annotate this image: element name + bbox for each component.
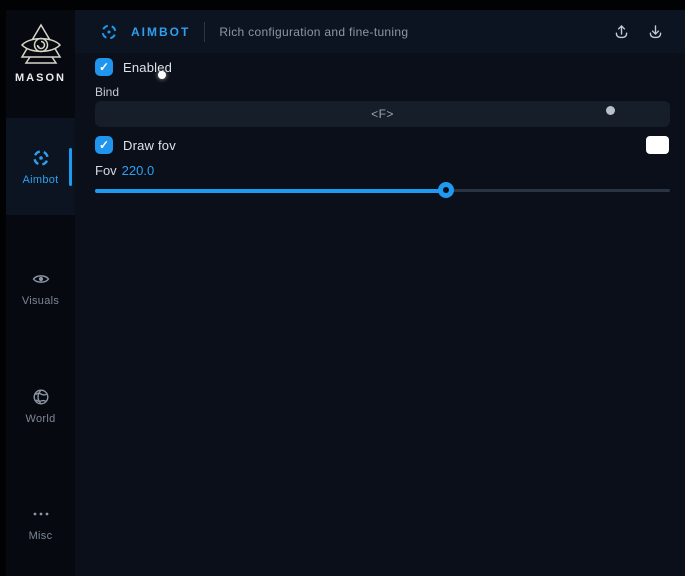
- fov-slider-fill: [95, 189, 446, 193]
- sidebar-item-misc[interactable]: Misc: [6, 483, 75, 563]
- ellipsis-icon: [31, 504, 51, 524]
- sidebar-item-world[interactable]: World: [6, 366, 75, 446]
- sidebar: MASON Aimbot Visuals: [6, 10, 75, 576]
- bind-label: Bind: [95, 85, 119, 99]
- page-title: AIMBOT: [131, 25, 190, 39]
- crosshair-icon: [31, 148, 51, 168]
- enabled-checkbox[interactable]: ✓: [95, 58, 113, 76]
- fov-value: 220.0: [122, 163, 155, 178]
- globe-icon: [31, 387, 51, 407]
- eye-icon: [31, 269, 51, 289]
- checkmark-icon: ✓: [99, 61, 109, 73]
- upload-icon: [613, 23, 630, 40]
- download-config-button[interactable]: [641, 18, 669, 46]
- brand-name: MASON: [6, 72, 75, 84]
- divider: [204, 22, 205, 42]
- header-bar: AIMBOT Rich configuration and fine-tunin…: [75, 10, 685, 53]
- sidebar-item-label: Visuals: [22, 295, 59, 307]
- draw-fov-label: Draw fov: [123, 138, 176, 153]
- fov-label-row: Fov 220.0: [95, 163, 154, 178]
- app-window: MASON Aimbot Visuals: [0, 0, 685, 576]
- download-icon: [647, 23, 664, 40]
- draw-fov-checkbox[interactable]: ✓: [95, 136, 113, 154]
- sidebar-item-aimbot[interactable]: Aimbot: [6, 118, 75, 215]
- checkmark-icon: ✓: [99, 139, 109, 151]
- fov-slider-thumb[interactable]: [438, 182, 454, 198]
- main-panel: AIMBOT Rich configuration and fine-tunin…: [75, 10, 685, 576]
- draw-fov-row: ✓ Draw fov: [95, 136, 176, 154]
- fov-slider[interactable]: [95, 182, 670, 198]
- bind-value: <F>: [371, 107, 394, 121]
- sidebar-item-label: Misc: [29, 530, 53, 542]
- page-subtitle: Rich configuration and fine-tuning: [219, 25, 408, 39]
- fov-label: Fov: [95, 163, 117, 178]
- crosshair-icon: [100, 23, 118, 41]
- sidebar-item-visuals[interactable]: Visuals: [6, 248, 75, 328]
- cursor-dot: [158, 71, 166, 79]
- bind-input[interactable]: <F>: [95, 101, 670, 127]
- eye-pyramid-logo-icon: [17, 22, 65, 68]
- fov-color-swatch[interactable]: [646, 136, 669, 154]
- sidebar-item-label: World: [25, 413, 55, 425]
- active-tab-indicator: [69, 148, 72, 186]
- picker-dot: [606, 106, 615, 115]
- brand: MASON: [6, 22, 75, 84]
- sidebar-item-label: Aimbot: [22, 174, 58, 186]
- upload-config-button[interactable]: [607, 18, 635, 46]
